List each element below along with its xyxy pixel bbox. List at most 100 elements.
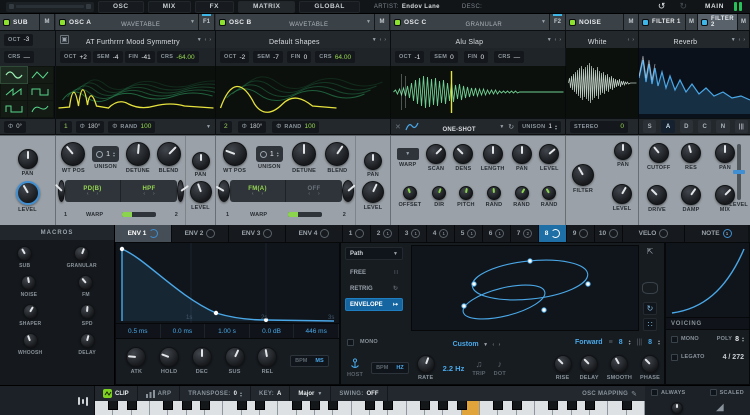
sub-phase-field[interactable]: Φ 0° — [4, 120, 26, 133]
macro-knob-sub[interactable] — [17, 246, 33, 261]
warp-slot-1[interactable]: PD(B) ‹› — [65, 180, 121, 202]
osc-b-detune-knob[interactable] — [292, 142, 317, 166]
stereo-field[interactable]: STEREO 0 — [570, 120, 628, 133]
mono-checkbox[interactable] — [671, 335, 678, 343]
hold-value[interactable]: 0.0 ms — [161, 324, 206, 338]
osc-b-pan-knob[interactable] — [364, 151, 382, 170]
osc-a-filter-route-button[interactable]: F1 — [199, 14, 215, 30]
piano-key-black[interactable] — [291, 401, 302, 410]
tab-lfo4[interactable]: 41 — [427, 225, 455, 242]
lfo-retrig-button[interactable]: RETRIG ↻ — [345, 282, 403, 295]
noise-power-led[interactable] — [569, 18, 576, 26]
noise-pan-knob[interactable] — [614, 142, 632, 160]
filter-response-display[interactable] — [639, 48, 750, 118]
piano-key-black[interactable] — [548, 401, 559, 410]
envelope-display[interactable]: 1s 2s 3s — [116, 243, 339, 323]
osc-a-wavetable-display[interactable] — [56, 66, 216, 118]
note-curve-display[interactable] — [666, 243, 749, 317]
macro-knob-delay[interactable] — [79, 333, 95, 348]
fin-field[interactable]: FIN -41 — [124, 51, 155, 63]
wavetable-editor-icon[interactable]: ▣ — [60, 35, 69, 44]
piano-key-black[interactable] — [493, 401, 504, 410]
lfo-direction-dropdown[interactable]: Forward — [575, 339, 603, 346]
rel-value[interactable]: 446 ms — [294, 324, 339, 338]
sub-level-knob[interactable] — [15, 181, 40, 205]
sub-wave-sine[interactable] — [0, 66, 28, 84]
transpose-control[interactable]: TRANSPOSE: 0 ▴ ▾ — [180, 386, 251, 401]
osc-a-warp1-knob[interactable] — [58, 180, 65, 202]
scale-dropdown[interactable]: Major ▼ — [290, 386, 332, 401]
tab-fx[interactable]: FX — [194, 0, 234, 13]
filter-cutoff-knob[interactable] — [648, 143, 669, 163]
chevron-down-icon[interactable]: ▼ — [206, 124, 211, 130]
phase-field[interactable]: Φ 180° — [237, 120, 267, 133]
osc-c-dens-knob[interactable] — [453, 144, 474, 164]
sub-wave-saw[interactable] — [1, 84, 27, 100]
smooth-oval-icon[interactable] — [642, 282, 658, 294]
piano-key-black[interactable] — [236, 401, 247, 410]
osc-c-rand2-knob[interactable] — [514, 186, 529, 200]
lfo-bpm-hz-toggle[interactable]: BPM HZ — [371, 362, 409, 374]
osc-a-pan-knob[interactable] — [191, 151, 210, 170]
lfo-path-display[interactable] — [411, 245, 639, 331]
phase-rand-field[interactable]: Φ RAND 100 — [108, 120, 156, 133]
sus-value[interactable]: 0.0 dB — [250, 324, 295, 338]
noise-waveform-display[interactable] — [566, 48, 639, 118]
unison-field[interactable]: UNISON 1 ▴ ▾ — [518, 120, 561, 133]
osc-b-mute-button[interactable]: M — [375, 14, 390, 30]
lfo-free-button[interactable]: FREE ∷ — [345, 266, 403, 279]
piano-key-black[interactable] — [163, 401, 174, 410]
oct-field[interactable]: OCT -2 — [220, 51, 250, 63]
stepper-icon[interactable]: ▴ ▾ — [658, 339, 660, 346]
osc-c-dir-knob[interactable] — [432, 186, 447, 200]
warp-amount-bar[interactable] — [122, 211, 157, 217]
sub-wave-square[interactable] — [27, 84, 53, 100]
tab-velo[interactable]: VELO — [623, 225, 685, 242]
chevron-down-icon[interactable]: ▼ — [197, 37, 202, 43]
warp-arrows-icon[interactable]: ‹› — [252, 192, 271, 197]
next-preset-icon[interactable]: › — [559, 37, 561, 43]
phase-rand-field[interactable]: Φ RAND 100 — [272, 120, 320, 133]
filter1-power-led[interactable] — [642, 18, 649, 26]
noise-preset-name[interactable]: White — [588, 39, 607, 46]
sub-mute-button[interactable]: M — [40, 14, 55, 30]
prev-shape-icon[interactable]: ‹ — [493, 342, 495, 348]
piano-key-black[interactable] — [108, 401, 119, 410]
tab-lfo2[interactable]: 21 — [371, 225, 399, 242]
stepper-icon[interactable]: ▴ ▾ — [555, 123, 557, 130]
tab-lfo6[interactable]: 61 — [483, 225, 511, 242]
tab-note[interactable]: NOTE 1 — [685, 225, 748, 242]
filter2-power-led[interactable] — [701, 18, 708, 26]
next-shape-icon[interactable]: › — [499, 342, 501, 348]
tab-matrix[interactable]: MATRIX — [237, 0, 296, 13]
osc-c-header[interactable]: OSC C GRANULAR ▼ — [391, 14, 550, 30]
artist-field[interactable]: ARTIST: Endov Lane — [374, 4, 440, 10]
piano-key-black[interactable] — [181, 401, 192, 410]
piano-key-black[interactable] — [309, 401, 321, 410]
tab-osc[interactable]: OSC — [98, 0, 144, 13]
macro-knob-whoosh[interactable] — [22, 333, 38, 348]
filter-drive-knob[interactable] — [647, 185, 667, 205]
osc-c-power-led[interactable] — [394, 18, 401, 26]
piano-key-black[interactable] — [199, 401, 211, 410]
prev-preset-icon[interactable]: ‹ — [205, 37, 207, 43]
env-bpm-ms-toggle[interactable]: BPM MS — [290, 355, 329, 367]
piano-key-black[interactable] — [621, 401, 632, 410]
osc-a-unison-box[interactable]: 1 ▴ ▾ — [92, 146, 120, 162]
ramp-icon[interactable]: ◢ — [716, 402, 724, 413]
warp-slot-2[interactable]: OFF ‹› — [286, 180, 342, 202]
swing-control[interactable]: SWING: OFF — [331, 386, 388, 401]
macro-knob-granular[interactable] — [74, 246, 90, 261]
osc-c-pan-knob[interactable] — [511, 144, 532, 164]
tab-lfo7[interactable]: 72 — [511, 225, 539, 242]
warp-arrows-icon[interactable]: ‹› — [143, 192, 162, 197]
filter-level-slider[interactable] — [732, 144, 745, 200]
lfo-path-dropdown[interactable]: Path ▼ — [345, 247, 403, 260]
osc-b-warp2-knob[interactable] — [342, 180, 354, 202]
sem-field[interactable]: SEM 0 — [430, 51, 458, 63]
filter2-header[interactable]: FILTER 2 — [698, 14, 738, 30]
warp-arrows-icon[interactable]: ‹› — [87, 192, 106, 197]
sem-field[interactable]: SEM -4 — [92, 51, 123, 63]
grain-x-icon[interactable]: ✕ — [395, 123, 401, 131]
osc-c-granular-display[interactable] — [391, 66, 566, 118]
